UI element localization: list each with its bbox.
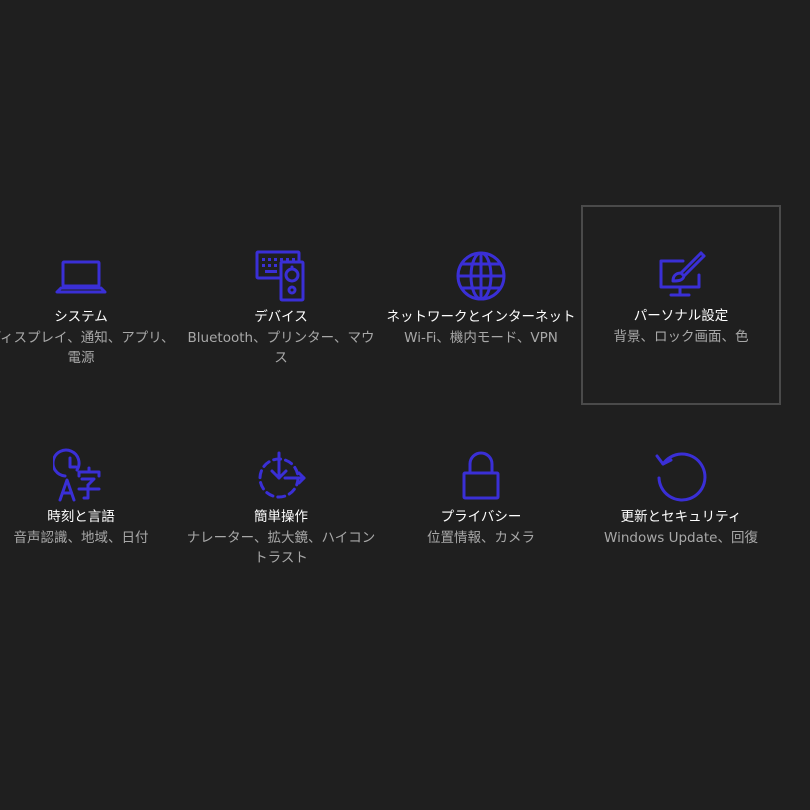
devices-icon xyxy=(253,248,309,304)
tile-description: ディスプレイ、通知、アプリ、電源 xyxy=(0,330,175,366)
tile-privacy[interactable]: プライバシー 位置情報、カメラ xyxy=(381,406,581,606)
laptop-icon xyxy=(53,248,109,304)
tile-description: Windows Update、回復 xyxy=(604,530,758,546)
tile-devices[interactable]: デバイス Bluetooth、プリンター、マウス xyxy=(181,206,381,406)
tile-update-security[interactable]: 更新とセキュリティ Windows Update、回復 xyxy=(581,406,781,606)
tile-title: ネットワークとインターネット xyxy=(386,309,576,325)
settings-grid: システム ディスプレイ、通知、アプリ、電源 デバイス Bluetooth、プリン… xyxy=(0,0,810,810)
tile-system[interactable]: システム ディスプレイ、通知、アプリ、電源 xyxy=(0,206,181,406)
tile-description: Wi-Fi、機内モード、VPN xyxy=(404,330,558,346)
lock-icon xyxy=(453,448,509,504)
globe-icon xyxy=(453,248,509,304)
tile-personalization[interactable]: パーソナル設定 背景、ロック画面、色 xyxy=(581,205,781,405)
tile-network[interactable]: ネットワークとインターネット Wi-Fi、機内モード、VPN xyxy=(381,206,581,406)
tile-description: 位置情報、カメラ xyxy=(427,530,535,546)
tile-title: 簡単操作 xyxy=(254,509,308,525)
tile-title: 時刻と言語 xyxy=(47,509,115,525)
tile-title: パーソナル設定 xyxy=(633,308,729,324)
ease-of-access-icon xyxy=(253,448,309,504)
tile-description: ナレーター、拡大鏡、ハイコントラスト xyxy=(186,530,376,566)
update-icon xyxy=(653,448,709,504)
tile-title: プライバシー xyxy=(440,509,522,525)
personalization-icon xyxy=(653,247,709,303)
tile-title: 更新とセキュリティ xyxy=(620,509,742,525)
tile-time-language[interactable]: 時刻と言語 音声認識、地域、日付 xyxy=(0,406,181,606)
tile-title: システム xyxy=(54,309,108,325)
tile-ease-of-access[interactable]: 簡単操作 ナレーター、拡大鏡、ハイコントラスト xyxy=(181,406,381,606)
tile-description: 背景、ロック画面、色 xyxy=(613,329,749,345)
tile-description: Bluetooth、プリンター、マウス xyxy=(187,330,375,366)
time-language-icon xyxy=(53,448,109,504)
tile-description: 音声認識、地域、日付 xyxy=(13,530,149,546)
tile-title: デバイス xyxy=(254,309,308,325)
